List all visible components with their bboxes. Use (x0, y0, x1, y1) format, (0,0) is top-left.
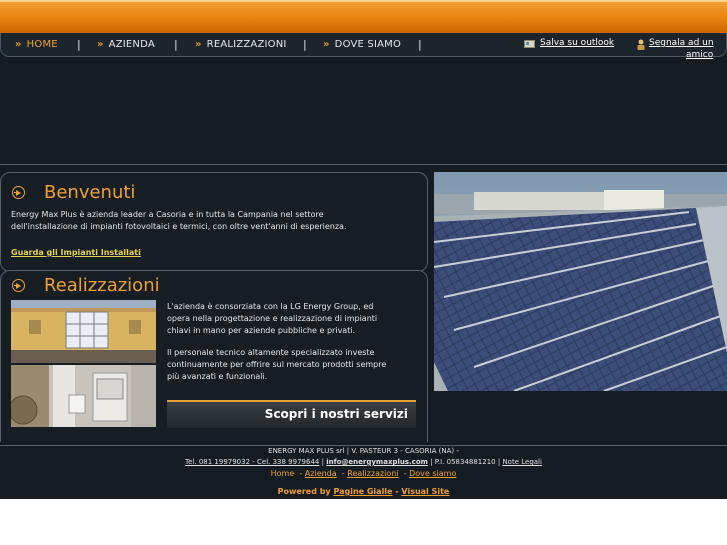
footer-link-dove-siamo[interactable]: Dove siamo (409, 469, 456, 478)
header-banner (0, 0, 727, 33)
nav-separator: | (418, 38, 422, 51)
footer-link-sep: - (403, 469, 407, 478)
realizzazioni-p1-1: L'azienda è consorziata con la LG Energy… (167, 302, 374, 311)
arrow-circle-icon (12, 186, 25, 199)
welcome-text-2: dell'installazione di impianti fotovolta… (11, 222, 347, 231)
realizzazioni-p2-2: continuamente per offrire sul mercato pr… (167, 360, 387, 369)
footer-piva: P.I. 05834881210 (434, 458, 496, 466)
footer-phone[interactable]: Tel. 081 19979032 - Cel. 338 9979644 (185, 458, 319, 466)
equipment-photo (11, 365, 156, 427)
outlook-icon (524, 40, 535, 48)
footer-email[interactable]: info@energymaxplus.com (326, 458, 428, 466)
solar-panels-photo (434, 172, 727, 391)
realizzazioni-p2-1: Il personale tecnico altamente specializ… (167, 348, 375, 357)
divider (0, 164, 727, 165)
services-button-label: Scopri i nostri servizi (264, 407, 408, 421)
footer-divider (0, 445, 727, 446)
nav-realizzazioni[interactable]: » REALIZZAZIONI (195, 39, 287, 50)
powered-sep: - (395, 487, 399, 496)
nav-azienda[interactable]: » AZIENDA (97, 39, 155, 50)
footer-link-sep: - (341, 469, 345, 478)
main-nav: » HOME | » AZIENDA | » REALIZZAZIONI | » DOV… (0, 33, 727, 60)
nav-dove-siamo[interactable]: » DOVE SIAMO (323, 39, 401, 50)
pagine-gialle-link[interactable]: Pagine Gialle (333, 487, 392, 496)
save-outlook-link[interactable]: Salva su outlook (540, 38, 614, 48)
installed-systems-link[interactable]: Guarda gli Impianti Installati (11, 248, 141, 257)
arrow-circle-icon (12, 279, 25, 292)
footer-links: Home - Azienda - Realizzazioni - Dove si… (0, 469, 727, 478)
visual-site-link[interactable]: Visual Site (401, 487, 449, 496)
building-photo (11, 300, 156, 363)
chevron-right-icon: » (323, 39, 330, 50)
realizzazioni-title: Realizzazioni (44, 275, 160, 296)
footer-contacts: Tel. 081 19979032 - Cel. 338 9979644 | i… (185, 458, 542, 466)
page: » HOME | » AZIENDA | » REALIZZAZIONI | » DOV… (0, 0, 727, 499)
services-button[interactable]: Scopri i nostri servizi (167, 400, 416, 428)
share-friend-link[interactable]: Segnala ad un (649, 38, 714, 48)
footer-link-realizzazioni[interactable]: Realizzazioni (347, 469, 398, 478)
footer-link-home[interactable]: Home (271, 469, 295, 478)
realizzazioni-p1-3: chiavi in mano per aziende pubbliche e p… (167, 326, 356, 335)
welcome-text-1: Energy Max Plus è azienda leader a Casor… (11, 210, 324, 219)
person-icon (637, 39, 645, 50)
powered-by-label: Powered by (277, 487, 331, 496)
nav-separator: | (303, 38, 307, 51)
share-friend-link-2[interactable]: amico (686, 50, 713, 60)
chevron-right-icon: » (15, 39, 22, 50)
footer-link-azienda[interactable]: Azienda (305, 469, 337, 478)
nav-home[interactable]: » HOME (15, 39, 58, 50)
nav-separator: | (77, 38, 81, 51)
nav-separator: | (174, 38, 178, 51)
powered-by: Powered by Pagine Gialle - Visual Site (0, 487, 727, 496)
realizzazioni-p2-3: più avanzati e funzionali. (167, 372, 268, 381)
realizzazioni-p1-2: opera nella progettazione e realizzazion… (167, 314, 378, 323)
footer-address: ENERGY MAX PLUS srl | V. PASTEUR 3 - CAS… (268, 447, 459, 455)
welcome-title: Benvenuti (44, 182, 136, 203)
footer-legal-link[interactable]: Note Legali (502, 458, 542, 466)
chevron-right-icon: » (195, 39, 202, 50)
footer-link-sep: - (299, 469, 303, 478)
chevron-right-icon: » (97, 39, 104, 50)
